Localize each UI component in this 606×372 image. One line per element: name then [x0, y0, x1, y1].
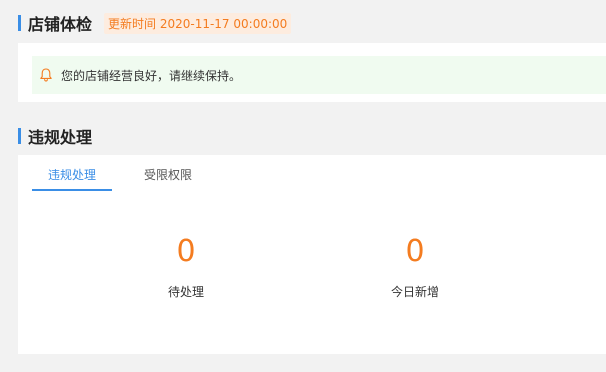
- section-accent-bar: [18, 128, 21, 144]
- tab-violations[interactable]: 违规处理: [32, 165, 113, 191]
- new-today-count[interactable]: 0: [365, 235, 465, 269]
- bell-icon: [38, 67, 54, 83]
- violations-card: 违规处理 受限权限 0 待处理 0 今日新增: [18, 155, 606, 354]
- section-accent-bar: [18, 15, 21, 31]
- stat-new-today[interactable]: 0 今日新增: [365, 235, 465, 300]
- shop-check-title: 店铺体检: [28, 15, 93, 34]
- violations-header: 违规处理: [18, 125, 92, 147]
- new-today-label: 今日新增: [390, 285, 439, 299]
- notice-text: 您的店铺经营良好，请继续保持。: [61, 68, 242, 83]
- notice-banner: 您的店铺经营良好，请继续保持。: [32, 56, 606, 94]
- violations-tabs: 违规处理 受限权限: [32, 165, 208, 191]
- shop-check-card: 您的店铺经营良好，请继续保持。: [18, 43, 606, 102]
- pending-count[interactable]: 0: [136, 235, 236, 269]
- shop-check-header: 店铺体检 更新时间 2020-11-17 00:00:00: [18, 12, 292, 34]
- stat-pending[interactable]: 0 待处理: [136, 235, 236, 300]
- violations-title: 违规处理: [28, 128, 93, 147]
- tab-restricted-permissions[interactable]: 受限权限: [128, 165, 208, 189]
- pending-label: 待处理: [167, 285, 204, 299]
- update-time-badge: 更新时间 2020-11-17 00:00:00: [104, 12, 292, 34]
